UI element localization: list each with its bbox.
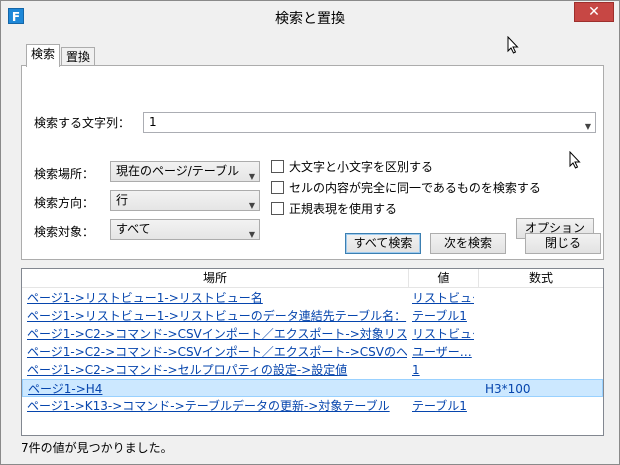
table-row-selected[interactable]: ページ1->H4 H3*100 xyxy=(22,379,603,397)
case-sensitive-option[interactable]: 大文字と小文字を区別する xyxy=(271,160,433,176)
mouse-cursor-icon xyxy=(507,36,519,54)
target-select-value: すべて xyxy=(116,222,151,236)
result-value-link[interactable]: テーブル1 xyxy=(412,397,474,415)
whole-cell-option[interactable]: セルの内容が完全に同一であるものを検索する xyxy=(271,181,541,197)
direction-select-value: 行 xyxy=(116,193,129,207)
chevron-down-icon: ▼ xyxy=(248,201,255,210)
table-row[interactable]: ページ1->K13->コマンド->テーブルデータの更新->対象テーブル テーブル… xyxy=(22,397,603,415)
table-row[interactable]: ページ1->リストビュー1->リストビューのデータ連結先テーブル名： テーブル1 xyxy=(22,307,603,325)
column-header-formula[interactable]: 数式 xyxy=(479,269,603,288)
location-select-value: 現在のページ/テーブル xyxy=(116,164,240,178)
tab-search[interactable]: 検索 xyxy=(26,44,61,67)
results-list[interactable]: 場所 値 数式 ページ1->リストビュー1->リストビュー名 リストビュー1 ペ… xyxy=(21,268,604,436)
regex-label: 正規表現を使用する xyxy=(289,202,398,216)
result-value-link[interactable]: ユーザー… xyxy=(412,343,474,361)
window-title: 検索と置換 xyxy=(275,11,345,27)
close-button[interactable]: 閉じる xyxy=(525,233,601,254)
table-row[interactable]: ページ1->C2->コマンド->CSVインポート／エクスポート->対象リストビュ… xyxy=(22,325,603,343)
dialog-body: 検索 置換 検索する文字列： 1 ▼ 検索場所： 現在のページ/テーブル ▼ 検… xyxy=(6,32,614,460)
table-row[interactable]: ページ1->C2->コマンド->CSVインポート／エクスポート->CSVのヘッダ… xyxy=(22,343,603,361)
target-label: 検索対象： xyxy=(34,225,95,239)
result-value-link[interactable]: リストビュー1 xyxy=(412,325,474,343)
target-select[interactable]: すべて ▼ xyxy=(110,219,260,240)
status-text: 7件の値が見つかりました。 xyxy=(21,441,173,455)
chevron-down-icon[interactable]: ▼ xyxy=(585,117,591,136)
result-location-link[interactable]: ページ1->リストビュー1->リストビューのデータ連結先テーブル名： xyxy=(27,307,407,325)
search-string-label: 検索する文字列： xyxy=(34,116,131,130)
close-window-button[interactable]: ✕ xyxy=(574,2,614,22)
tab-replace[interactable]: 置換 xyxy=(61,47,96,67)
whole-cell-checkbox[interactable] xyxy=(271,181,284,194)
regex-option[interactable]: 正規表現を使用する xyxy=(271,202,397,218)
direction-label: 検索方向： xyxy=(34,196,95,210)
result-formula: H3*100 xyxy=(485,382,531,396)
table-row[interactable]: ページ1->リストビュー1->リストビュー名 リストビュー1 xyxy=(22,289,603,307)
column-header-location[interactable]: 場所 xyxy=(22,269,409,288)
result-location-link[interactable]: ページ1->リストビュー1->リストビュー名 xyxy=(27,289,407,307)
result-location-link[interactable]: ページ1->C2->コマンド->CSVインポート／エクスポート->対象リストビュ… xyxy=(27,325,407,343)
result-location-link[interactable]: ページ1->K13->コマンド->テーブルデータの更新->対象テーブル xyxy=(27,397,407,415)
chevron-down-icon: ▼ xyxy=(248,172,255,181)
result-value-link[interactable]: 1 xyxy=(412,361,474,379)
search-input-value: 1 xyxy=(149,115,157,129)
case-sensitive-label: 大文字と小文字を区別する xyxy=(289,160,434,174)
mouse-cursor-icon xyxy=(569,151,581,169)
result-location-link[interactable]: ページ1->C2->コマンド->セルプロパティの設定->設定値 xyxy=(27,361,407,379)
column-header-value[interactable]: 値 xyxy=(409,269,479,288)
whole-cell-label: セルの内容が完全に同一であるものを検索する xyxy=(289,181,541,195)
result-value-link[interactable]: リストビュー1 xyxy=(412,289,474,307)
result-location-link[interactable]: ページ1->H4 xyxy=(28,380,408,398)
direction-select[interactable]: 行 ▼ xyxy=(110,190,260,211)
title-bar: F 検索と置換 ✕ xyxy=(1,1,619,32)
case-sensitive-checkbox[interactable] xyxy=(271,160,284,173)
regex-checkbox[interactable] xyxy=(271,202,284,215)
chevron-down-icon: ▼ xyxy=(248,230,255,239)
search-input[interactable]: 1 ▼ xyxy=(143,112,596,133)
find-replace-window: F 検索と置換 ✕ 検索 置換 検索する文字列： 1 ▼ 検索場所： 現在のペー… xyxy=(0,0,620,465)
table-row[interactable]: ページ1->C2->コマンド->セルプロパティの設定->設定値 1 xyxy=(22,361,603,379)
location-label: 検索場所： xyxy=(34,167,95,181)
find-next-button[interactable]: 次を検索 xyxy=(430,233,506,254)
result-value-link[interactable]: テーブル1 xyxy=(412,307,474,325)
result-location-link[interactable]: ページ1->C2->コマンド->CSVインポート／エクスポート->CSVのヘッダ… xyxy=(27,343,407,361)
search-tab-panel: 検索する文字列： 1 ▼ 検索場所： 現在のページ/テーブル ▼ 検索方向： 行… xyxy=(21,65,604,260)
find-all-button[interactable]: すべて検索 xyxy=(345,233,421,254)
location-select[interactable]: 現在のページ/テーブル ▼ xyxy=(110,161,260,182)
